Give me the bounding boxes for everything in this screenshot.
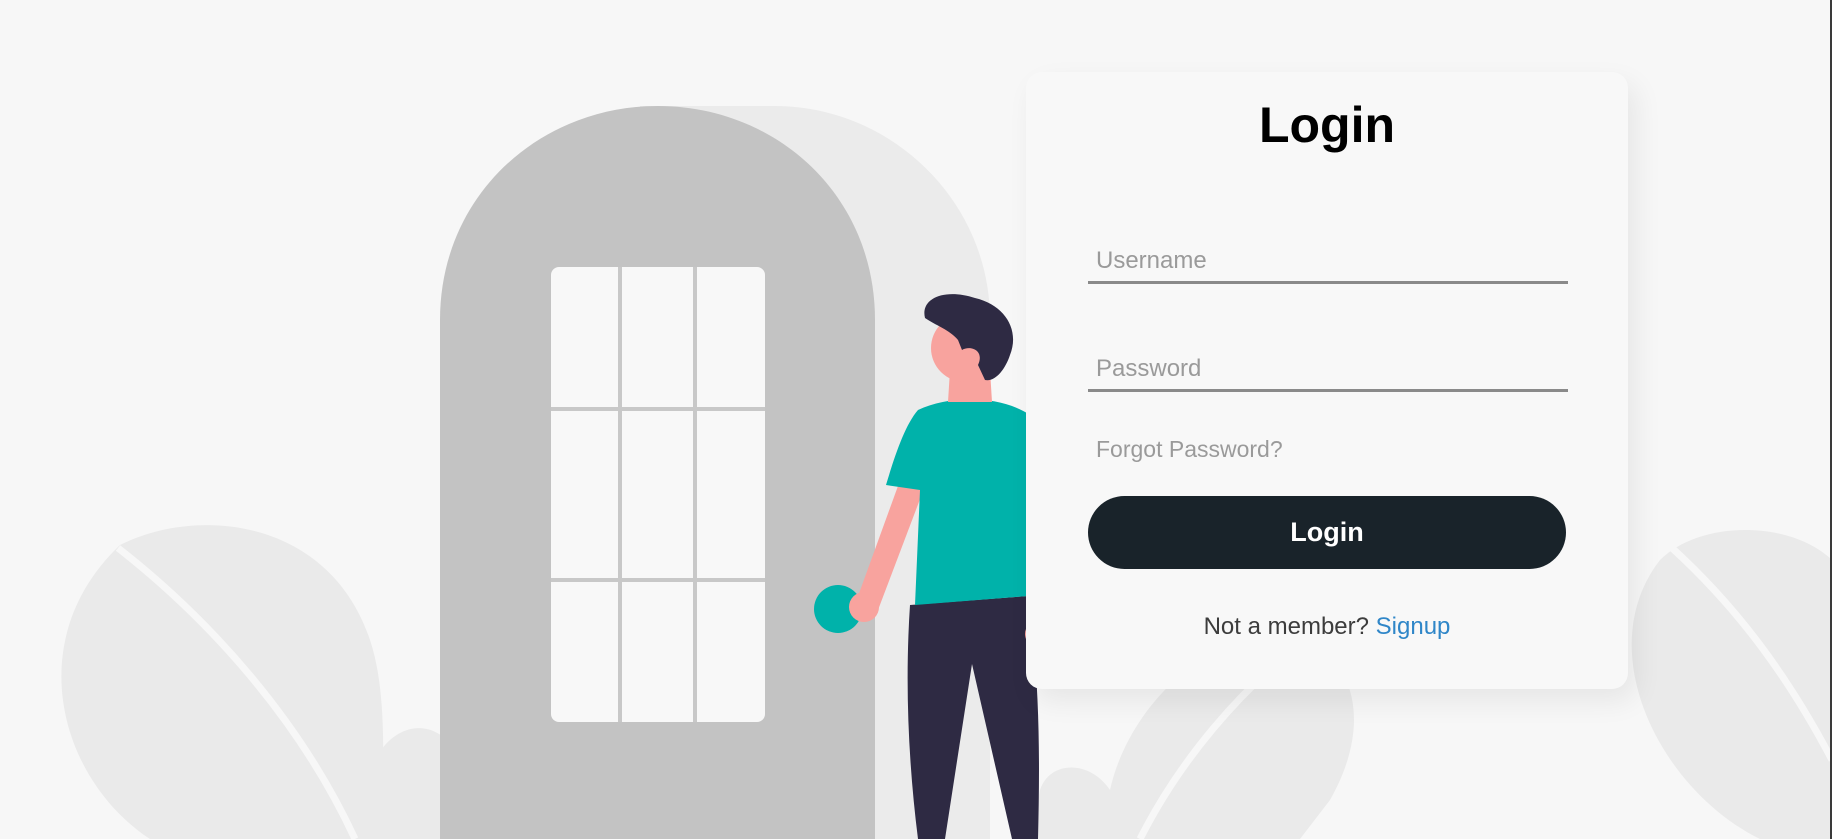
- login-title: Login: [1258, 97, 1396, 153]
- login-page: Login Forgot Password? Login Not a membe…: [0, 0, 1832, 839]
- signup-line: Not a member? Signup: [1026, 613, 1628, 641]
- signup-link[interactable]: Signup: [1376, 613, 1451, 640]
- door-illustration: [440, 106, 875, 839]
- plant-leaf-illustration-right: [1631, 530, 1832, 839]
- password-input[interactable]: [1088, 348, 1568, 392]
- username-input[interactable]: [1088, 240, 1568, 284]
- plant-leaf-illustration-left: [61, 525, 470, 839]
- login-card: Login Forgot Password? Login Not a membe…: [1026, 72, 1628, 689]
- forgot-password-link[interactable]: Forgot Password?: [1096, 436, 1283, 463]
- login-button[interactable]: Login: [1088, 496, 1566, 569]
- signup-prompt: Not a member?: [1203, 613, 1369, 640]
